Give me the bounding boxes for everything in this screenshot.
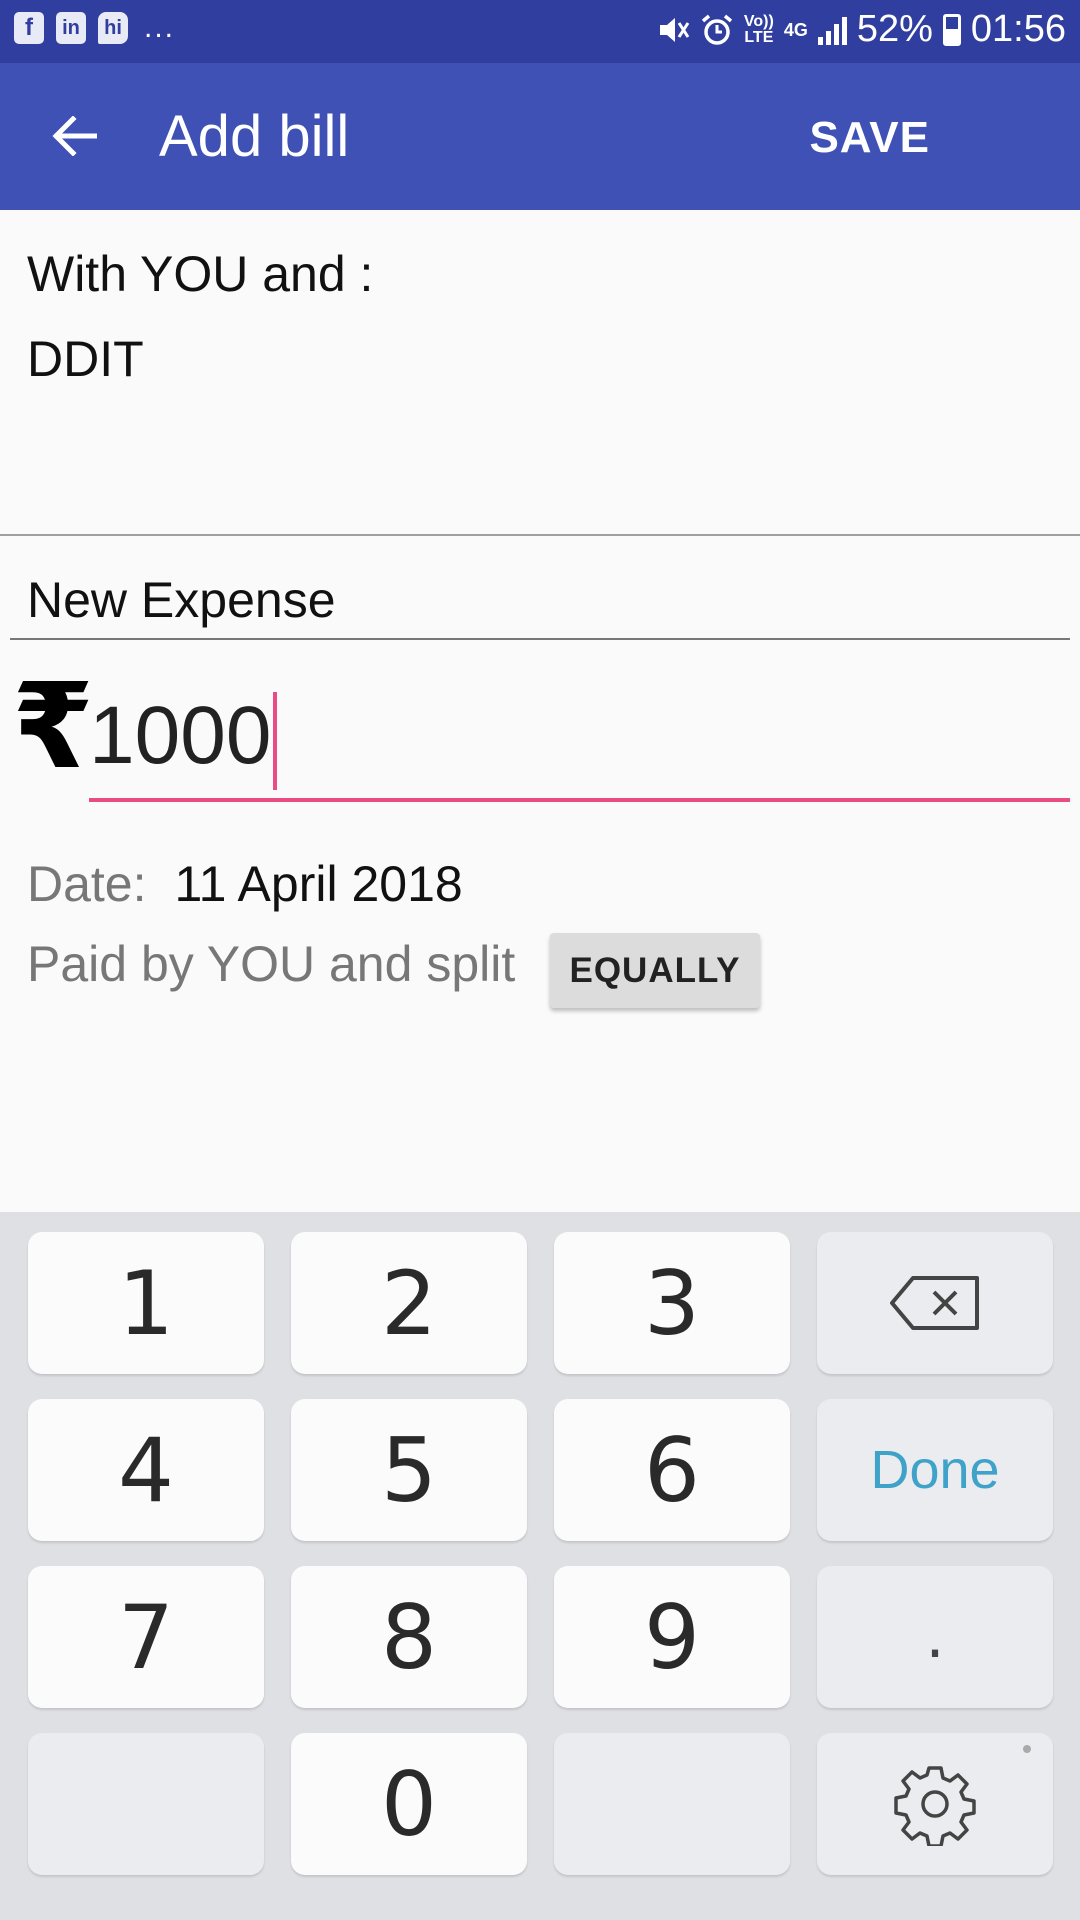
date-row[interactable]: Date: 11 April 2018	[27, 855, 463, 913]
gear-icon	[894, 1766, 976, 1846]
notification-icons: f in hi ...	[14, 12, 175, 44]
split-text: Paid by YOU and split	[27, 936, 516, 992]
indicator-dot	[1023, 1745, 1031, 1753]
save-button[interactable]: SAVE	[809, 113, 930, 163]
decimal-key[interactable]: .	[817, 1566, 1053, 1708]
more-notifications: ...	[144, 11, 176, 44]
hike-icon: hi	[98, 12, 128, 44]
key-5[interactable]: 5	[291, 1399, 527, 1541]
alarm-icon	[701, 14, 733, 45]
page-title: Add bill	[159, 104, 350, 169]
date-label: Date:	[27, 856, 147, 912]
key-0[interactable]: 0	[291, 1733, 527, 1875]
backspace-icon	[890, 1276, 979, 1330]
numeric-keypad: 1 2 3 4 5 6 Done 7 8 9 . 0	[0, 1212, 1080, 1920]
date-value[interactable]: 11 April 2018	[175, 855, 463, 913]
mute-icon	[659, 17, 690, 42]
text-cursor	[273, 692, 278, 791]
back-button[interactable]	[38, 103, 110, 169]
app-bar: Add bill SAVE	[0, 63, 1080, 210]
empty-key-right	[554, 1733, 790, 1875]
battery-percent: 52%	[856, 8, 933, 50]
system-indicators: Vo)) LTE 4G 52% 01:56	[656, 8, 1066, 51]
status-bar: f in hi ... Vo)) LTE 4G 52% 01:56	[0, 0, 1080, 63]
divider	[0, 534, 1080, 536]
clock: 01:56	[970, 8, 1066, 50]
description-field[interactable]: New Expense	[10, 565, 1070, 640]
key-3[interactable]: 3	[554, 1232, 790, 1374]
split-equally-button[interactable]: EQUALLY	[550, 933, 760, 1008]
key-6[interactable]: 6	[554, 1399, 790, 1541]
linkedin-icon: in	[56, 12, 86, 44]
battery-icon	[942, 13, 961, 46]
empty-key-left	[28, 1733, 264, 1875]
key-9[interactable]: 9	[554, 1566, 790, 1708]
key-4[interactable]: 4	[28, 1399, 264, 1541]
signal-icon	[817, 15, 847, 45]
network-type: 4G	[783, 19, 808, 40]
amount-value: 1000	[89, 690, 272, 781]
group-name[interactable]: DDIT	[27, 330, 144, 388]
with-label: With YOU and :	[27, 246, 374, 302]
arrow-left-icon	[52, 116, 97, 156]
amount-field[interactable]: 1000	[89, 680, 1070, 802]
keyboard-settings-key[interactable]	[817, 1733, 1053, 1875]
key-1[interactable]: 1	[28, 1232, 264, 1374]
backspace-key[interactable]	[817, 1232, 1053, 1374]
key-2[interactable]: 2	[291, 1232, 527, 1374]
volte-indicator: Vo)) LTE	[743, 12, 774, 46]
key-8[interactable]: 8	[291, 1566, 527, 1708]
key-7[interactable]: 7	[28, 1566, 264, 1708]
facebook-icon: f	[14, 12, 44, 44]
rupee-icon: ₹	[12, 661, 95, 793]
done-key[interactable]: Done	[817, 1399, 1053, 1541]
